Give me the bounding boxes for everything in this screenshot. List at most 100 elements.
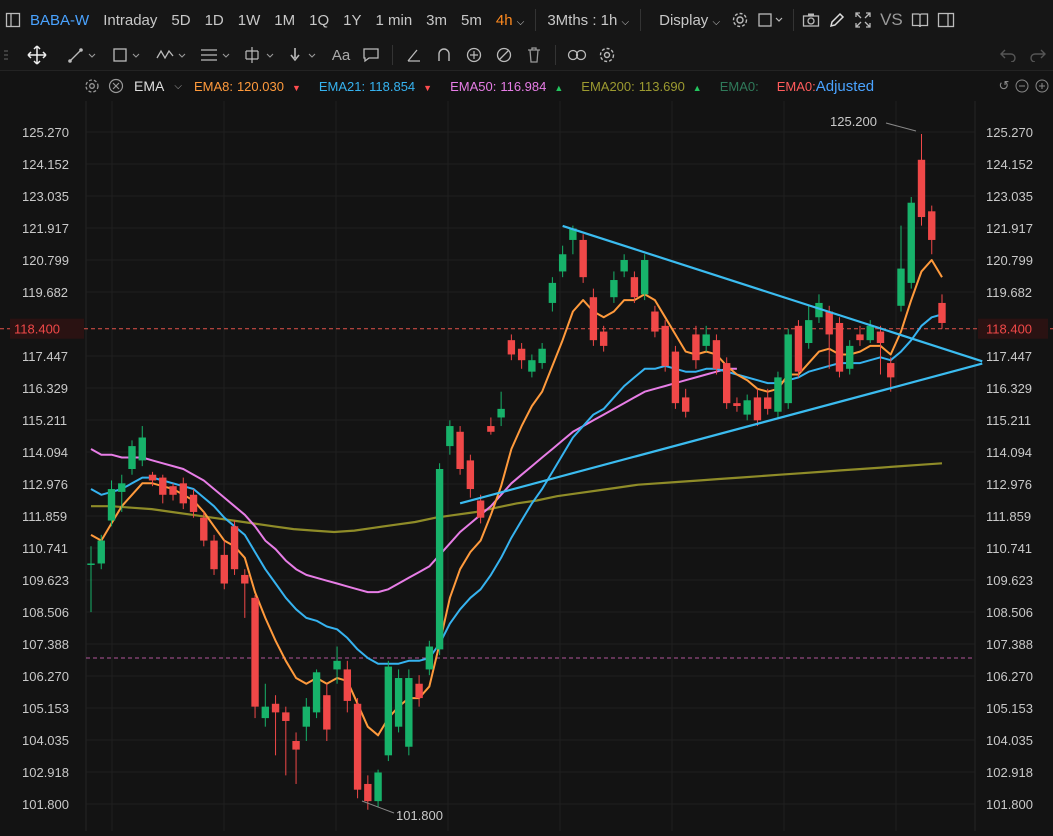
indicator-2[interactable]: EMA50: 116.984 ▲: [450, 79, 563, 94]
period-1y[interactable]: 1Y: [336, 12, 368, 29]
minus-circle-icon[interactable]: [1013, 73, 1031, 99]
candle-body: [148, 474, 157, 481]
period-1q[interactable]: 1Q: [302, 12, 336, 29]
candle-body: [323, 695, 331, 730]
chart-canvas[interactable]: 125.270 125.270 124.152 124.152 123.035 123.0…: [0, 101, 1053, 831]
price-tick-right: 114.094: [986, 445, 1032, 460]
candle-body: [620, 259, 628, 272]
display-menu[interactable]: Display ⌵: [645, 12, 727, 29]
candle-body: [681, 397, 690, 412]
comment-icon[interactable]: [356, 41, 386, 69]
price-tick-left: 120.799: [22, 253, 69, 268]
indicator-4[interactable]: EMA0:: [720, 79, 759, 94]
symbol-label[interactable]: BABA-W: [26, 12, 96, 29]
period-4h[interactable]: 4h ⌵: [489, 12, 531, 29]
measure-tool-icon[interactable]: [238, 41, 282, 69]
indicator-0[interactable]: EMA8: 120.030 ▼: [194, 79, 301, 94]
divider: [535, 9, 537, 31]
indicator-3[interactable]: EMA200: 113.690 ▲: [581, 79, 701, 94]
candle-body: [825, 311, 833, 335]
arrow-down-tool-icon[interactable]: [282, 41, 326, 69]
period-1d[interactable]: 1D: [198, 12, 231, 29]
price-tick-left: 108.506: [22, 605, 69, 620]
rectangle-tool-icon[interactable]: [106, 41, 150, 69]
gear-icon[interactable]: [727, 7, 753, 33]
range-selector[interactable]: 3Mths : 1h ⌵: [540, 12, 636, 29]
price-tick-left: 105.153: [22, 701, 69, 716]
chevron-down-icon[interactable]: ⌵: [174, 81, 182, 92]
candle-body: [302, 706, 311, 727]
candle-body: [333, 660, 341, 670]
plus-circle-icon[interactable]: [1031, 73, 1053, 99]
price-tick-right: 111.859: [986, 509, 1031, 524]
reset-icon[interactable]: ↺: [995, 73, 1013, 99]
fibonacci-tool-icon[interactable]: [194, 41, 238, 69]
split-panel-icon[interactable]: [933, 7, 959, 33]
indicator-close-icon[interactable]: [104, 73, 128, 99]
divider: [793, 9, 795, 31]
candle-body: [128, 446, 136, 470]
period-1m[interactable]: 1M: [267, 12, 302, 29]
price-tick-left: 109.623: [22, 573, 69, 588]
layout-icon[interactable]: [753, 7, 789, 33]
lock-icon[interactable]: [459, 41, 489, 69]
candle-body: [261, 706, 269, 719]
wave-tool-icon[interactable]: [150, 41, 194, 69]
period-5d[interactable]: 5D: [164, 12, 197, 29]
candle-body: [364, 783, 372, 802]
candle-body: [497, 408, 505, 418]
redo-icon[interactable]: [1023, 41, 1053, 69]
hide-drawings-icon[interactable]: [489, 41, 519, 69]
crosshair-move-icon[interactable]: [12, 41, 62, 69]
candle-body: [118, 483, 126, 492]
candle-body: [159, 477, 167, 495]
candle-body: [917, 159, 926, 218]
line-tool-icon[interactable]: [62, 41, 106, 69]
candle-body: [887, 363, 895, 378]
text-tool-icon[interactable]: Aa: [326, 41, 356, 69]
price-tick-right: 115.211: [986, 413, 1031, 428]
candle-body: [507, 340, 516, 355]
price-tick-left: 104.035: [22, 733, 69, 748]
book-icon[interactable]: [907, 7, 933, 33]
indicator-label: EMA200:: [581, 78, 635, 94]
current-price-right: 118.400: [986, 322, 1032, 337]
candle-body: [179, 483, 187, 504]
indicator-settings-icon[interactable]: [80, 73, 104, 99]
candle-body: [538, 348, 546, 364]
candle-body: [661, 325, 669, 366]
chevron-down-icon: ⌵: [516, 16, 525, 28]
sidebar-toggle-icon[interactable]: [0, 7, 26, 33]
candle-body: [220, 554, 228, 584]
pencil-icon[interactable]: [824, 7, 850, 33]
brush-icon[interactable]: [399, 41, 429, 69]
candle-body: [87, 563, 95, 565]
magnet-icon[interactable]: [429, 41, 459, 69]
low-price-label: 101.800: [396, 808, 443, 823]
drawing-settings-icon[interactable]: [592, 41, 622, 69]
candle-body: [907, 202, 915, 283]
indicator-5[interactable]: EMA0:Adjusted: [777, 78, 874, 95]
camera-icon[interactable]: [798, 7, 824, 33]
period-1min[interactable]: 1 min: [368, 12, 419, 29]
fullscreen-icon[interactable]: [850, 7, 876, 33]
period-5m[interactable]: 5m: [454, 12, 489, 29]
high-price-label: 125.200: [830, 114, 877, 129]
indicator-1[interactable]: EMA21: 118.854 ▼: [319, 79, 432, 94]
price-tick-right: 108.506: [986, 605, 1033, 620]
vs-button[interactable]: VS: [876, 10, 907, 30]
trash-icon[interactable]: [519, 41, 549, 69]
price-tick-left: 124.152: [22, 157, 69, 172]
link-icon[interactable]: [562, 41, 592, 69]
period-intraday[interactable]: Intraday: [96, 12, 164, 29]
price-tick-left: 125.270: [22, 125, 69, 140]
candle-body: [446, 426, 454, 447]
range-label: 3Mths : 1h: [547, 11, 618, 29]
candle-body: [794, 325, 803, 372]
indicator-name[interactable]: EMA: [134, 78, 164, 94]
drawing-toolbar: Aa: [0, 40, 1053, 71]
price-chart[interactable]: 125.270 125.270 124.152 124.152 123.035 123.0…: [0, 101, 1053, 831]
period-3m[interactable]: 3m: [419, 12, 454, 29]
undo-icon[interactable]: [993, 41, 1023, 69]
period-1w[interactable]: 1W: [231, 12, 268, 29]
